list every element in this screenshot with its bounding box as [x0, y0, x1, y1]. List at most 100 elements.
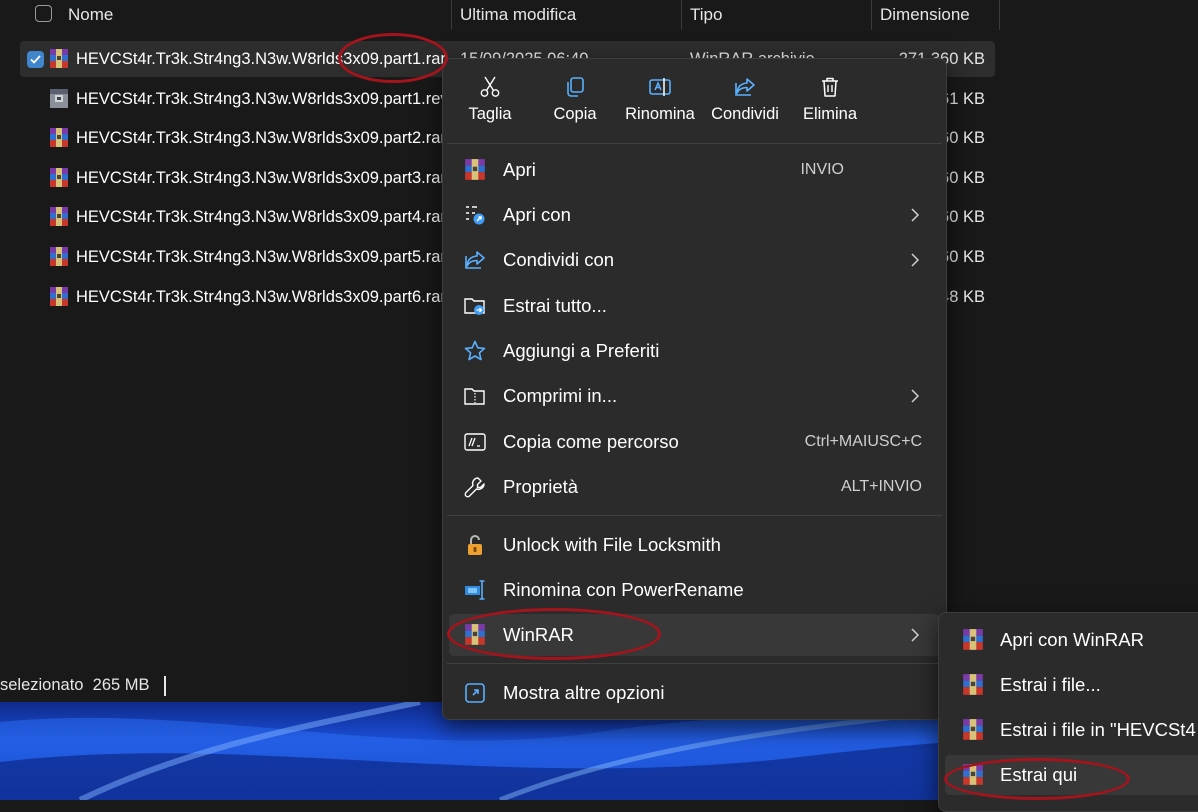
menu-item-label: WinRAR	[503, 624, 574, 645]
wrench-icon	[463, 475, 487, 499]
file-name: HEVCSt4r.Tr3k.Str4ng3.N3w.W8rlds3x09.par…	[76, 169, 446, 187]
column-name[interactable]: Nome	[60, 0, 452, 30]
submenu-item-extract-here[interactable]: Estrai qui	[945, 755, 1198, 795]
copy-button[interactable]: Copia	[533, 71, 617, 139]
menu-item-extract-all[interactable]: Estrai tutto...	[449, 285, 940, 327]
row-checkbox[interactable]	[27, 51, 44, 68]
menu-item-shortcut: INVIO	[800, 161, 844, 178]
submenu-item-label: Apri con WinRAR	[1000, 629, 1144, 650]
file-name: HEVCSt4r.Tr3k.Str4ng3.N3w.W8rlds3x09.par…	[76, 90, 449, 108]
column-header: Nome Ultima modifica Tipo Dimensione	[0, 0, 1000, 32]
copy-label: Copia	[553, 105, 597, 123]
menu-separator	[447, 143, 942, 144]
power-rename-icon	[463, 578, 487, 602]
winrar-icon	[463, 623, 487, 647]
menu-item-label: Estrai tutto...	[503, 295, 607, 316]
menu-item-open[interactable]: Apri INVIO	[449, 149, 940, 191]
rename-label: Rinomina	[625, 105, 695, 123]
status-selection: selezionato	[0, 676, 84, 694]
rename-icon	[649, 78, 671, 96]
menu-item-compress[interactable]: Comprimi in...	[449, 375, 940, 417]
winrar-icon	[961, 718, 985, 742]
file-name: HEVCSt4r.Tr3k.Str4ng3.N3w.W8rlds3x09.par…	[76, 248, 446, 266]
winrar-icon	[961, 628, 985, 652]
status-bar: selezionato 265 MB	[0, 668, 440, 702]
menu-item-label: Mostra altre opzioni	[503, 682, 665, 703]
submenu-item-extract-to-folder[interactable]: Estrai i file in "HEVCSt4	[945, 710, 1198, 750]
file-name: HEVCSt4r.Tr3k.Str4ng3.N3w.W8rlds3x09.par…	[76, 288, 446, 306]
menu-item-label: Apri con	[503, 204, 571, 225]
menu-item-label: Apri	[503, 159, 536, 180]
star-icon	[463, 339, 487, 363]
chevron-right-icon	[911, 628, 920, 642]
menu-item-add-favorites[interactable]: Aggiungi a Preferiti	[449, 330, 940, 372]
menu-item-file-locksmith[interactable]: Unlock with File Locksmith	[449, 524, 940, 566]
open-with-icon	[463, 203, 487, 227]
padlock-icon	[463, 533, 487, 557]
menu-item-more-options[interactable]: Mostra altre opzioni	[449, 672, 940, 714]
submenu-item-label: Estrai i file in "HEVCSt4	[1000, 719, 1196, 740]
delete-button[interactable]: Elimina	[788, 71, 872, 139]
share-button[interactable]: Condividi	[703, 71, 787, 139]
winrar-recovery-icon	[48, 88, 70, 110]
winrar-icon	[961, 763, 985, 787]
menu-item-shortcut: Ctrl+MAIUSC+C	[804, 433, 922, 450]
winrar-archive-icon	[48, 127, 70, 149]
file-name: HEVCSt4r.Tr3k.Str4ng3.N3w.W8rlds3x09.par…	[76, 50, 446, 68]
menu-item-shortcut: ALT+INVIO	[840, 478, 922, 495]
quick-action-bar: Taglia Copia Rinomina Condividi Elimina	[443, 59, 946, 143]
menu-item-label: Unlock with File Locksmith	[503, 534, 721, 555]
share-icon	[463, 248, 487, 272]
share-icon	[735, 78, 755, 96]
menu-item-label: Comprimi in...	[503, 385, 618, 406]
rename-button[interactable]: Rinomina	[618, 71, 702, 139]
menu-separator	[447, 663, 942, 664]
winrar-archive-icon	[48, 206, 70, 228]
winrar-archive-icon	[48, 286, 70, 308]
menu-item-copy-path[interactable]: Copia come percorso Ctrl+MAIUSC+C	[449, 421, 940, 463]
copy-path-icon	[463, 430, 487, 454]
submenu-item-extract-files[interactable]: Estrai i file...	[945, 665, 1198, 705]
winrar-submenu: Apri con WinRAR Estrai i file... Estrai …	[938, 612, 1198, 812]
winrar-icon	[961, 673, 985, 697]
delete-label: Elimina	[802, 105, 858, 123]
column-type[interactable]: Tipo	[682, 0, 872, 30]
file-name: HEVCSt4r.Tr3k.Str4ng3.N3w.W8rlds3x09.par…	[76, 208, 446, 226]
extract-folder-icon	[463, 294, 487, 318]
column-modified[interactable]: Ultima modifica	[452, 0, 682, 30]
menu-item-label: Condividi con	[503, 249, 615, 270]
menu-item-label: Proprietà	[503, 476, 579, 497]
menu-item-share-with[interactable]: Condividi con	[449, 239, 940, 281]
share-label: Condividi	[711, 105, 779, 123]
winrar-archive-icon	[48, 167, 70, 189]
status-size: 265 MB	[92, 676, 150, 694]
submenu-item-open-with-winrar[interactable]: Apri con WinRAR	[945, 620, 1198, 660]
menu-item-label: Copia come percorso	[503, 431, 679, 452]
menu-separator	[447, 515, 942, 516]
winrar-archive-icon	[48, 246, 70, 268]
menu-item-open-with[interactable]: Apri con	[449, 194, 940, 236]
chevron-right-icon	[911, 253, 920, 267]
menu-item-properties[interactable]: Proprietà ALT+INVIO	[449, 466, 940, 508]
submenu-item-label: Estrai i file...	[1000, 674, 1101, 695]
copy-icon	[567, 77, 584, 97]
context-menu: Taglia Copia Rinomina Condividi Elimina …	[442, 58, 947, 720]
chevron-right-icon	[911, 389, 920, 403]
trash-icon	[822, 77, 838, 97]
menu-item-winrar[interactable]: WinRAR	[449, 614, 940, 656]
cut-button[interactable]: Taglia	[448, 71, 532, 139]
chevron-right-icon	[911, 208, 920, 222]
file-name: HEVCSt4r.Tr3k.Str4ng3.N3w.W8rlds3x09.par…	[76, 129, 446, 147]
winrar-archive-icon	[48, 48, 70, 70]
cut-label: Taglia	[468, 105, 512, 123]
submenu-item-label: Estrai qui	[1000, 764, 1078, 785]
column-size[interactable]: Dimensione	[872, 0, 1000, 30]
more-options-icon	[463, 681, 487, 705]
menu-item-power-rename[interactable]: Rinomina con PowerRename	[449, 569, 940, 611]
status-divider	[163, 675, 166, 696]
select-all-checkbox[interactable]	[35, 5, 52, 22]
menu-item-label: Rinomina con PowerRename	[503, 579, 744, 600]
zip-folder-icon	[463, 384, 487, 408]
winrar-icon	[463, 158, 487, 182]
scissors-icon	[480, 76, 500, 97]
